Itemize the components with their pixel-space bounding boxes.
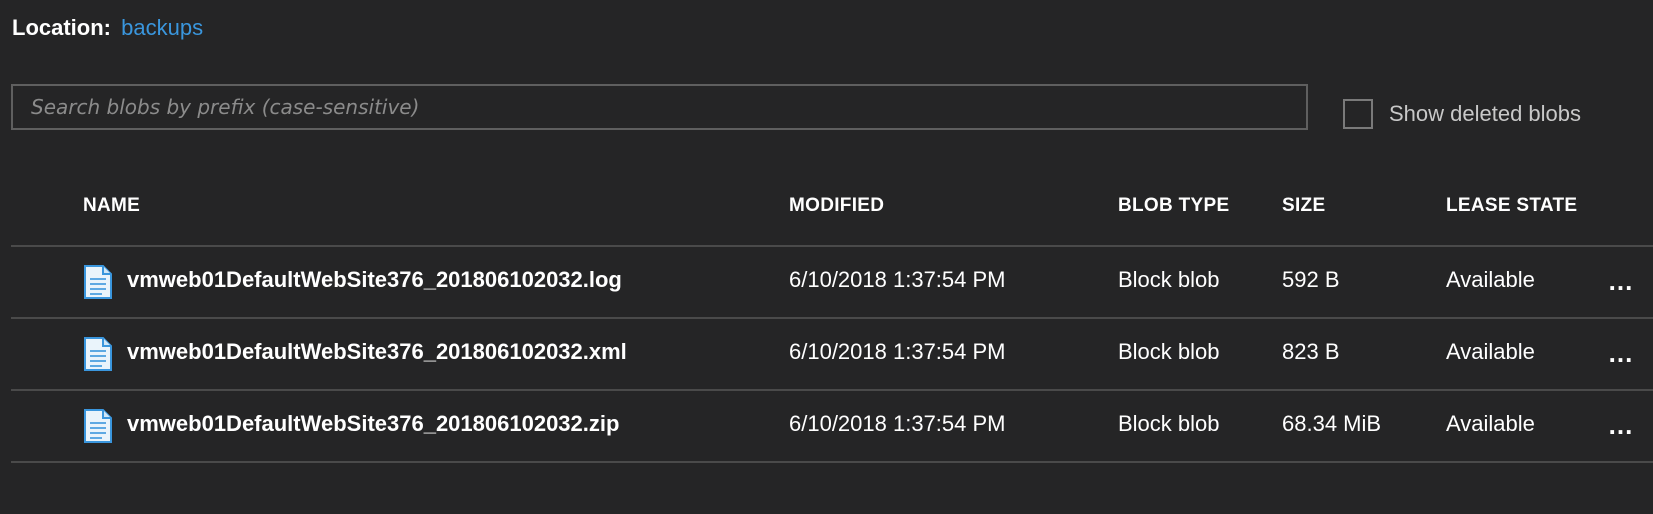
column-header-modified[interactable]: MODIFIED: [789, 195, 884, 217]
table-row[interactable]: vmweb01DefaultWebSite376_201806102032.xm…: [11, 319, 1653, 391]
blob-type: Block blob: [1118, 267, 1220, 292]
more-options-icon[interactable]: ...: [1601, 261, 1641, 301]
file-icon: [84, 337, 112, 371]
column-header-size[interactable]: SIZE: [1282, 195, 1325, 217]
file-icon: [84, 409, 112, 443]
blob-modified: 6/10/2018 1:37:54 PM: [789, 339, 1006, 364]
column-header-name[interactable]: NAME: [83, 195, 140, 217]
show-deleted-label: Show deleted blobs: [1389, 101, 1582, 126]
blob-modified: 6/10/2018 1:37:54 PM: [789, 267, 1006, 292]
show-deleted-toggle[interactable]: Show deleted blobs: [1343, 97, 1581, 131]
blob-size: 68.34 MiB: [1282, 411, 1382, 436]
blob-name[interactable]: vmweb01DefaultWebSite376_201806102032.lo…: [127, 267, 622, 293]
table-row[interactable]: vmweb01DefaultWebSite376_201806102032.zi…: [11, 391, 1653, 463]
blob-lease-state: Available: [1446, 339, 1535, 364]
blob-lease-state: Available: [1446, 267, 1535, 292]
table-row[interactable]: vmweb01DefaultWebSite376_201806102032.lo…: [11, 247, 1653, 319]
blob-size: 823 B: [1282, 339, 1340, 364]
column-header-lease-state[interactable]: LEASE STATE: [1446, 195, 1577, 217]
blob-modified: 6/10/2018 1:37:54 PM: [789, 411, 1006, 436]
more-options-icon[interactable]: ...: [1601, 333, 1641, 373]
blob-table-header: NAME MODIFIED BLOB TYPE SIZE LEASE STATE: [11, 185, 1653, 247]
blob-name[interactable]: vmweb01DefaultWebSite376_201806102032.zi…: [127, 411, 619, 437]
file-icon: [84, 265, 112, 299]
blob-lease-state: Available: [1446, 411, 1535, 436]
more-options-icon[interactable]: ...: [1601, 405, 1641, 445]
show-deleted-checkbox[interactable]: [1343, 99, 1373, 129]
blob-name[interactable]: vmweb01DefaultWebSite376_201806102032.xm…: [127, 339, 627, 365]
blob-type: Block blob: [1118, 339, 1220, 364]
search-input[interactable]: [11, 84, 1308, 130]
blob-size: 592 B: [1282, 267, 1340, 292]
column-header-blob-type[interactable]: BLOB TYPE: [1118, 195, 1229, 217]
location-container-link[interactable]: backups: [121, 15, 203, 40]
blob-type: Block blob: [1118, 411, 1220, 436]
location-breadcrumb: Location: backups: [12, 12, 203, 44]
location-label: Location:: [12, 15, 111, 40]
